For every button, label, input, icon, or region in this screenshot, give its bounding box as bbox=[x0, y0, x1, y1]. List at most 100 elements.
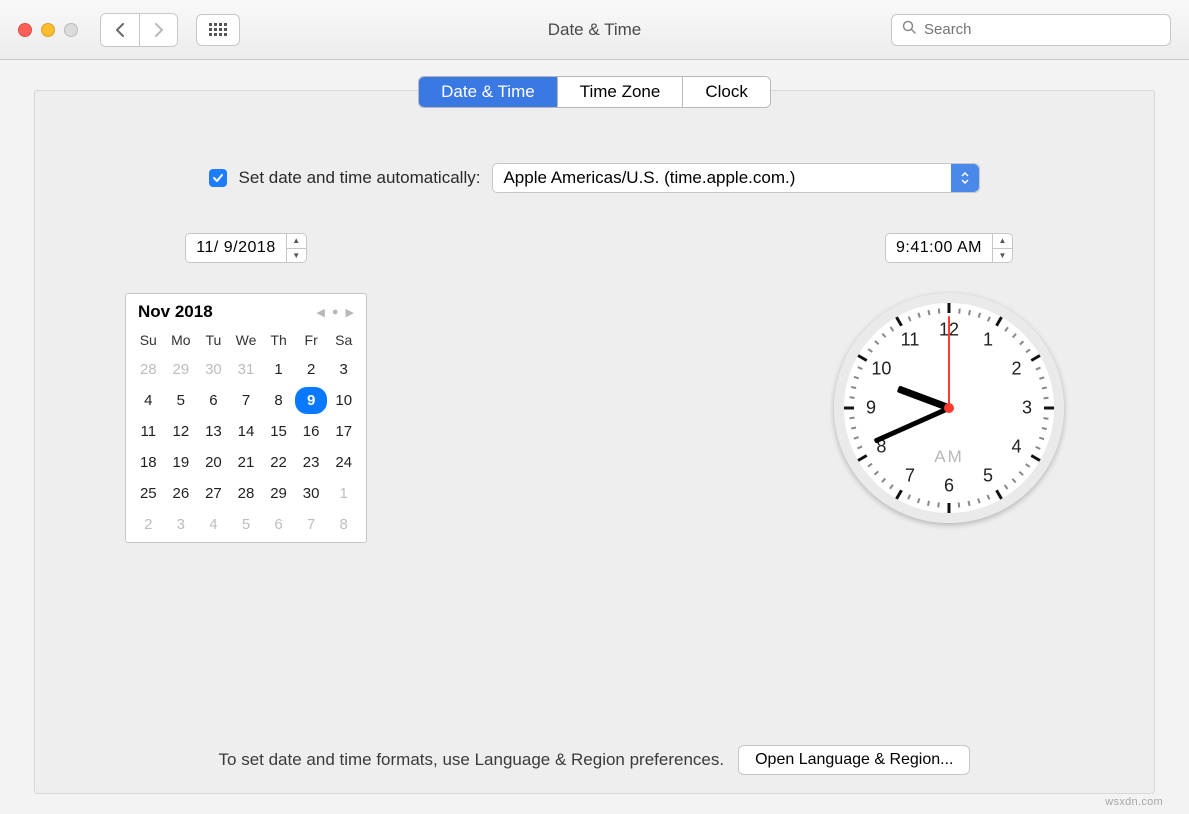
clock-tick bbox=[849, 417, 854, 419]
clock-tick bbox=[1039, 437, 1044, 440]
zoom-window-button[interactable] bbox=[64, 23, 78, 37]
calendar-day[interactable]: 21 bbox=[230, 449, 263, 476]
calendar-dow: We bbox=[230, 328, 263, 352]
footer-hint: To set date and time formats, use Langua… bbox=[219, 750, 725, 770]
calendar-day[interactable]: 28 bbox=[230, 480, 263, 507]
calendar-day[interactable]: 24 bbox=[327, 449, 360, 476]
calendar-day[interactable]: 12 bbox=[165, 418, 198, 445]
show-all-button[interactable] bbox=[196, 14, 240, 46]
calendar-day[interactable]: 30 bbox=[295, 480, 328, 507]
close-window-button[interactable] bbox=[18, 23, 32, 37]
calendar-prev-month[interactable]: ◀ bbox=[316, 306, 324, 319]
tab-clock[interactable]: Clock bbox=[682, 77, 770, 107]
calendar-day[interactable]: 5 bbox=[165, 387, 198, 414]
nav-segment bbox=[100, 13, 178, 47]
calendar-today[interactable]: ● bbox=[332, 306, 339, 318]
calendar-day[interactable]: 2 bbox=[295, 356, 328, 383]
calendar-day[interactable]: 29 bbox=[262, 480, 295, 507]
calendar-day[interactable]: 25 bbox=[132, 480, 165, 507]
preferences-panel: Date & TimeTime ZoneClock Set date and t… bbox=[34, 90, 1155, 794]
clock-tick bbox=[857, 367, 862, 370]
clock-numeral: 6 bbox=[944, 476, 954, 497]
calendar-next-month[interactable]: ▶ bbox=[346, 306, 354, 319]
auto-datetime-checkbox[interactable] bbox=[209, 169, 227, 187]
clock-tick bbox=[1004, 327, 1008, 332]
clock-tick bbox=[927, 501, 930, 506]
time-step-down[interactable]: ▼ bbox=[993, 249, 1012, 263]
clock-tick bbox=[927, 310, 930, 315]
calendar-day[interactable]: 22 bbox=[262, 449, 295, 476]
calendar-day[interactable]: 20 bbox=[197, 449, 230, 476]
date-value[interactable]: 11/ 9/2018 bbox=[186, 234, 285, 262]
clock-tick bbox=[854, 437, 859, 440]
tab-time-zone[interactable]: Time Zone bbox=[557, 77, 683, 107]
calendar-grid: SuMoTuWeThFrSa28293031123456789101112131… bbox=[132, 328, 360, 538]
calendar-day[interactable]: 13 bbox=[197, 418, 230, 445]
date-column: 11/ 9/2018 ▲ ▼ Nov 2018 ◀ ● ▶ bbox=[125, 233, 367, 543]
calendar-dow: Su bbox=[132, 328, 165, 352]
open-language-region-button[interactable]: Open Language & Region... bbox=[738, 745, 970, 775]
clock-tick bbox=[1025, 349, 1030, 353]
calendar-day[interactable]: 23 bbox=[295, 449, 328, 476]
date-stepper[interactable]: 11/ 9/2018 ▲ ▼ bbox=[185, 233, 306, 263]
auto-datetime-row: Set date and time automatically: Apple A… bbox=[35, 163, 1154, 193]
clock-tick bbox=[854, 376, 859, 379]
clock-tick bbox=[868, 463, 873, 467]
calendar-day[interactable]: 14 bbox=[230, 418, 263, 445]
time-value[interactable]: 9:41:00 AM bbox=[886, 234, 992, 262]
calendar[interactable]: Nov 2018 ◀ ● ▶ SuMoTuWeThFrSa28293031123… bbox=[125, 293, 367, 543]
calendar-dow: Sa bbox=[327, 328, 360, 352]
calendar-day[interactable]: 9 bbox=[295, 387, 328, 414]
calendar-day[interactable]: 16 bbox=[295, 418, 328, 445]
calendar-day: 29 bbox=[165, 356, 198, 383]
calendar-day: 8 bbox=[327, 511, 360, 538]
calendar-day[interactable]: 26 bbox=[165, 480, 198, 507]
calendar-day[interactable]: 11 bbox=[132, 418, 165, 445]
clock-numeral: 7 bbox=[905, 465, 915, 486]
calendar-day[interactable]: 27 bbox=[197, 480, 230, 507]
clock-numeral: 5 bbox=[983, 465, 993, 486]
clock-tick bbox=[882, 333, 886, 338]
clock-numeral: 11 bbox=[901, 330, 920, 351]
search-input[interactable] bbox=[924, 21, 1160, 38]
date-step-up[interactable]: ▲ bbox=[287, 234, 306, 249]
calendar-day[interactable]: 1 bbox=[262, 356, 295, 383]
calendar-day[interactable]: 15 bbox=[262, 418, 295, 445]
calendar-day[interactable]: 18 bbox=[132, 449, 165, 476]
calendar-day[interactable]: 10 bbox=[327, 387, 360, 414]
forward-button[interactable] bbox=[139, 14, 177, 46]
clock-tick bbox=[895, 316, 903, 326]
clock-ampm: AM bbox=[934, 447, 964, 467]
calendar-day: 7 bbox=[295, 511, 328, 538]
calendar-day: 2 bbox=[132, 511, 165, 538]
calendar-day[interactable]: 8 bbox=[262, 387, 295, 414]
calendar-dow: Tu bbox=[197, 328, 230, 352]
clock-tick bbox=[958, 502, 960, 507]
minimize-window-button[interactable] bbox=[41, 23, 55, 37]
calendar-day[interactable]: 3 bbox=[327, 356, 360, 383]
grid-icon bbox=[209, 23, 227, 36]
tab-date-time[interactable]: Date & Time bbox=[419, 77, 557, 107]
clock-tick bbox=[1019, 471, 1024, 475]
calendar-day[interactable]: 17 bbox=[327, 418, 360, 445]
calendar-day: 3 bbox=[165, 511, 198, 538]
calendar-day[interactable]: 4 bbox=[132, 387, 165, 414]
time-step-up[interactable]: ▲ bbox=[993, 234, 1012, 249]
clock-numeral: 1 bbox=[983, 330, 993, 351]
search-field[interactable] bbox=[891, 14, 1171, 46]
clock-tick bbox=[874, 471, 879, 475]
clock-tick bbox=[851, 427, 856, 430]
window: Date & Time Date & TimeTime ZoneClock Se… bbox=[0, 0, 1189, 814]
calendar-day[interactable]: 6 bbox=[197, 387, 230, 414]
clock-tick bbox=[978, 313, 981, 318]
dropdown-arrow-button[interactable] bbox=[951, 164, 979, 192]
time-server-dropdown[interactable]: Apple Americas/U.S. (time.apple.com.) bbox=[492, 163, 980, 193]
clock-center-pin bbox=[944, 403, 954, 413]
back-button[interactable] bbox=[101, 14, 139, 46]
clock-tick bbox=[1031, 354, 1041, 362]
clock-tick bbox=[857, 446, 862, 449]
time-stepper[interactable]: 9:41:00 AM ▲ ▼ bbox=[885, 233, 1013, 263]
date-step-down[interactable]: ▼ bbox=[287, 249, 306, 263]
calendar-day[interactable]: 7 bbox=[230, 387, 263, 414]
calendar-day[interactable]: 19 bbox=[165, 449, 198, 476]
